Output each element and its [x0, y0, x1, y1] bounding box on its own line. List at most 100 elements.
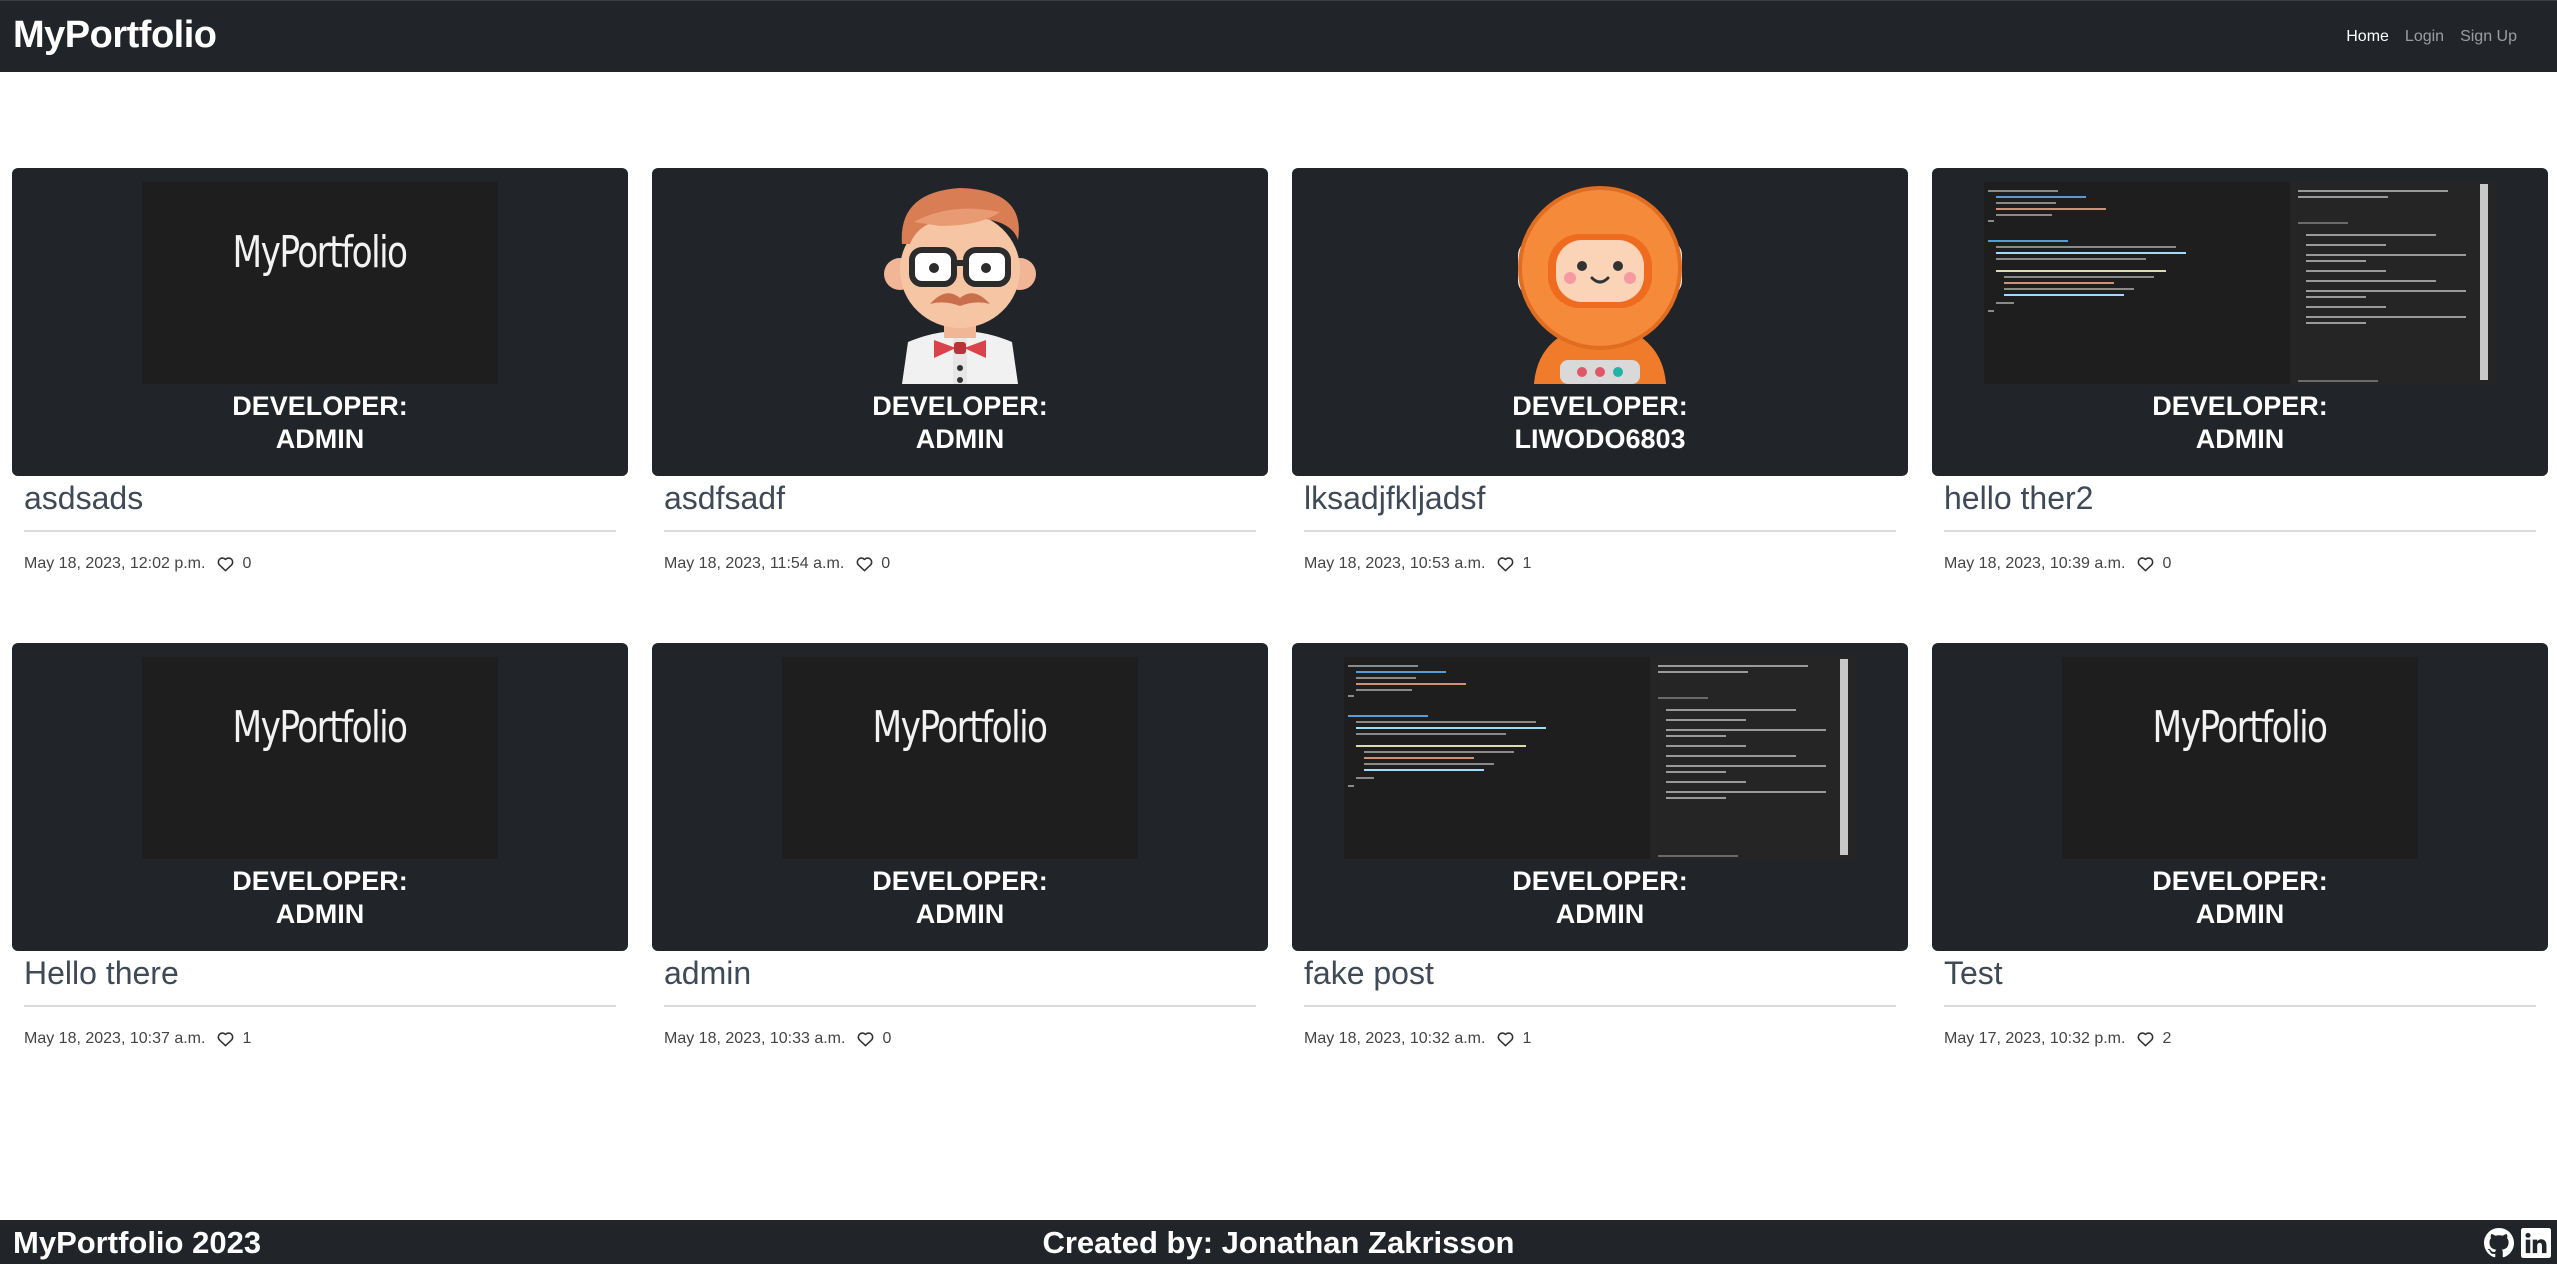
divider	[664, 1005, 1256, 1007]
post-card: DEVELOPER: ADMIN asdfsadf May 18, 2023, …	[652, 168, 1268, 588]
post-developer: DEVELOPER: ADMIN	[652, 865, 1268, 931]
divider	[664, 530, 1256, 532]
post-date: May 18, 2023, 10:32 a.m.	[1304, 1030, 1486, 1047]
post-title[interactable]: lksadjfkljadsf	[1304, 478, 1485, 518]
thumbnail-logo-text: MyPortfolio	[233, 226, 409, 278]
post-title[interactable]: Test	[1944, 953, 2003, 993]
like-count: 2	[2162, 1030, 2172, 1047]
thumbnail-logo-text: MyPortfolio	[873, 701, 1049, 753]
post-thumbnail-logo: MyPortfolio	[2062, 657, 2418, 859]
developer-label: DEVELOPER:	[232, 866, 408, 896]
thumbnail-logo-text: MyPortfolio	[2153, 701, 2329, 753]
divider	[1304, 530, 1896, 532]
post-card: DEVELOPER: LIWODO6803 lksadjfkljadsf May…	[1292, 168, 1908, 588]
developer-username: ADMIN	[915, 424, 1005, 454]
post-thumbnail-logo: MyPortfolio	[782, 657, 1138, 859]
post-meta: May 18, 2023, 10:53 a.m. 1	[1304, 554, 1531, 574]
developer-username: ADMIN	[2195, 899, 2285, 929]
post-meta: May 18, 2023, 11:54 a.m. 0	[664, 554, 890, 574]
post-developer: DEVELOPER: ADMIN	[1932, 865, 2548, 931]
astronaut-avatar-icon	[1518, 186, 1682, 384]
post-title[interactable]: asdsads	[24, 478, 143, 518]
post-date: May 18, 2023, 12:02 p.m.	[24, 555, 206, 572]
heart-icon[interactable]	[2137, 556, 2154, 572]
developer-username: ADMIN	[1555, 899, 1645, 929]
post-meta: May 18, 2023, 10:39 a.m. 0	[1944, 554, 2171, 574]
footer-social-links	[2484, 1228, 2551, 1258]
post-date: May 18, 2023, 11:54 a.m.	[664, 555, 845, 572]
nav-links: Home Login Sign Up	[2338, 25, 2525, 49]
developer-label: DEVELOPER:	[872, 391, 1048, 421]
post-meta: May 18, 2023, 10:32 a.m. 1	[1304, 1029, 1531, 1049]
heart-icon[interactable]	[1497, 1031, 1514, 1047]
post-meta: May 18, 2023, 12:02 p.m. 0	[24, 554, 251, 574]
post-thumbnail-code-screenshot	[1984, 182, 2496, 384]
heart-icon[interactable]	[857, 1031, 874, 1047]
post-thumbnail[interactable]: DEVELOPER: ADMIN	[1292, 643, 1908, 951]
post-thumbnail[interactable]: MyPortfolio DEVELOPER: ADMIN	[1932, 643, 2548, 951]
post-title[interactable]: asdfsadf	[664, 478, 785, 518]
post-developer: DEVELOPER: ADMIN	[1932, 390, 2548, 456]
post-meta: May 18, 2023, 10:33 a.m. 0	[664, 1029, 891, 1049]
post-title[interactable]: admin	[664, 953, 751, 993]
like-count: 0	[242, 555, 252, 572]
code-screenshot-image	[1984, 182, 2496, 384]
post-card: DEVELOPER: ADMIN hello ther2 May 18, 202…	[1932, 168, 2548, 588]
github-icon[interactable]	[2484, 1228, 2514, 1258]
developer-label: DEVELOPER:	[232, 391, 408, 421]
developer-username: ADMIN	[275, 424, 365, 454]
post-card: DEVELOPER: ADMIN fake post May 18, 2023,…	[1292, 643, 1908, 1063]
divider	[1944, 530, 2536, 532]
post-card: MyPortfolio DEVELOPER: ADMIN Test May 17…	[1932, 643, 2548, 1063]
thumbnail-logo-text: MyPortfolio	[233, 701, 409, 753]
post-thumbnail[interactable]: DEVELOPER: ADMIN	[652, 168, 1268, 476]
heart-icon[interactable]	[856, 556, 873, 572]
post-title[interactable]: fake post	[1304, 953, 1434, 993]
post-thumbnail[interactable]: MyPortfolio DEVELOPER: ADMIN	[652, 643, 1268, 951]
nav-signup-link[interactable]: Sign Up	[2452, 25, 2525, 49]
post-thumbnail[interactable]: MyPortfolio DEVELOPER: ADMIN	[12, 168, 628, 476]
post-developer: DEVELOPER: ADMIN	[1292, 865, 1908, 931]
heart-icon[interactable]	[217, 556, 234, 572]
post-date: May 17, 2023, 10:32 p.m.	[1944, 1030, 2126, 1047]
divider	[24, 530, 616, 532]
post-title[interactable]: hello ther2	[1944, 478, 2093, 518]
post-card: MyPortfolio DEVELOPER: ADMIN admin May 1…	[652, 643, 1268, 1063]
developer-username: ADMIN	[275, 899, 365, 929]
navbar: MyPortfolio Home Login Sign Up	[0, 0, 2557, 72]
post-thumbnail[interactable]: MyPortfolio DEVELOPER: ADMIN	[12, 643, 628, 951]
post-date: May 18, 2023, 10:33 a.m.	[664, 1030, 846, 1047]
nav-home-link[interactable]: Home	[2338, 25, 2397, 49]
post-thumbnail-avatar	[850, 182, 1070, 384]
post-developer: DEVELOPER: LIWODO6803	[1292, 390, 1908, 456]
post-thumbnail-logo: MyPortfolio	[142, 657, 498, 859]
developer-label: DEVELOPER:	[1512, 391, 1688, 421]
post-meta: May 17, 2023, 10:32 p.m. 2	[1944, 1029, 2171, 1049]
divider	[1304, 1005, 1896, 1007]
developer-label: DEVELOPER:	[2152, 391, 2328, 421]
post-thumbnail-code-screenshot	[1344, 657, 1856, 859]
post-developer: DEVELOPER: ADMIN	[652, 390, 1268, 456]
developer-label: DEVELOPER:	[2152, 866, 2328, 896]
post-date: May 18, 2023, 10:37 a.m.	[24, 1030, 206, 1047]
like-count: 1	[1522, 1030, 1532, 1047]
like-count: 0	[881, 555, 891, 572]
footer-credit: Created by: Jonathan Zakrisson	[1042, 1225, 1515, 1260]
developer-username: ADMIN	[2195, 424, 2285, 454]
post-thumbnail-avatar	[1490, 182, 1710, 384]
linkedin-icon[interactable]	[2521, 1228, 2551, 1258]
post-thumbnail[interactable]: DEVELOPER: LIWODO6803	[1292, 168, 1908, 476]
post-thumbnail[interactable]: DEVELOPER: ADMIN	[1932, 168, 2548, 476]
developer-label: DEVELOPER:	[872, 866, 1048, 896]
nav-login-link[interactable]: Login	[2397, 25, 2452, 49]
brand-link[interactable]: MyPortfolio	[13, 11, 217, 59]
like-count: 1	[1522, 555, 1532, 572]
heart-icon[interactable]	[217, 1031, 234, 1047]
developer-username: LIWODO6803	[1514, 424, 1686, 454]
post-title[interactable]: Hello there	[24, 953, 179, 993]
heart-icon[interactable]	[1497, 556, 1514, 572]
post-card: MyPortfolio DEVELOPER: ADMIN Hello there…	[12, 643, 628, 1063]
post-date: May 18, 2023, 10:53 a.m.	[1304, 555, 1486, 572]
developer-avatar-icon	[884, 188, 1036, 384]
heart-icon[interactable]	[2137, 1031, 2154, 1047]
